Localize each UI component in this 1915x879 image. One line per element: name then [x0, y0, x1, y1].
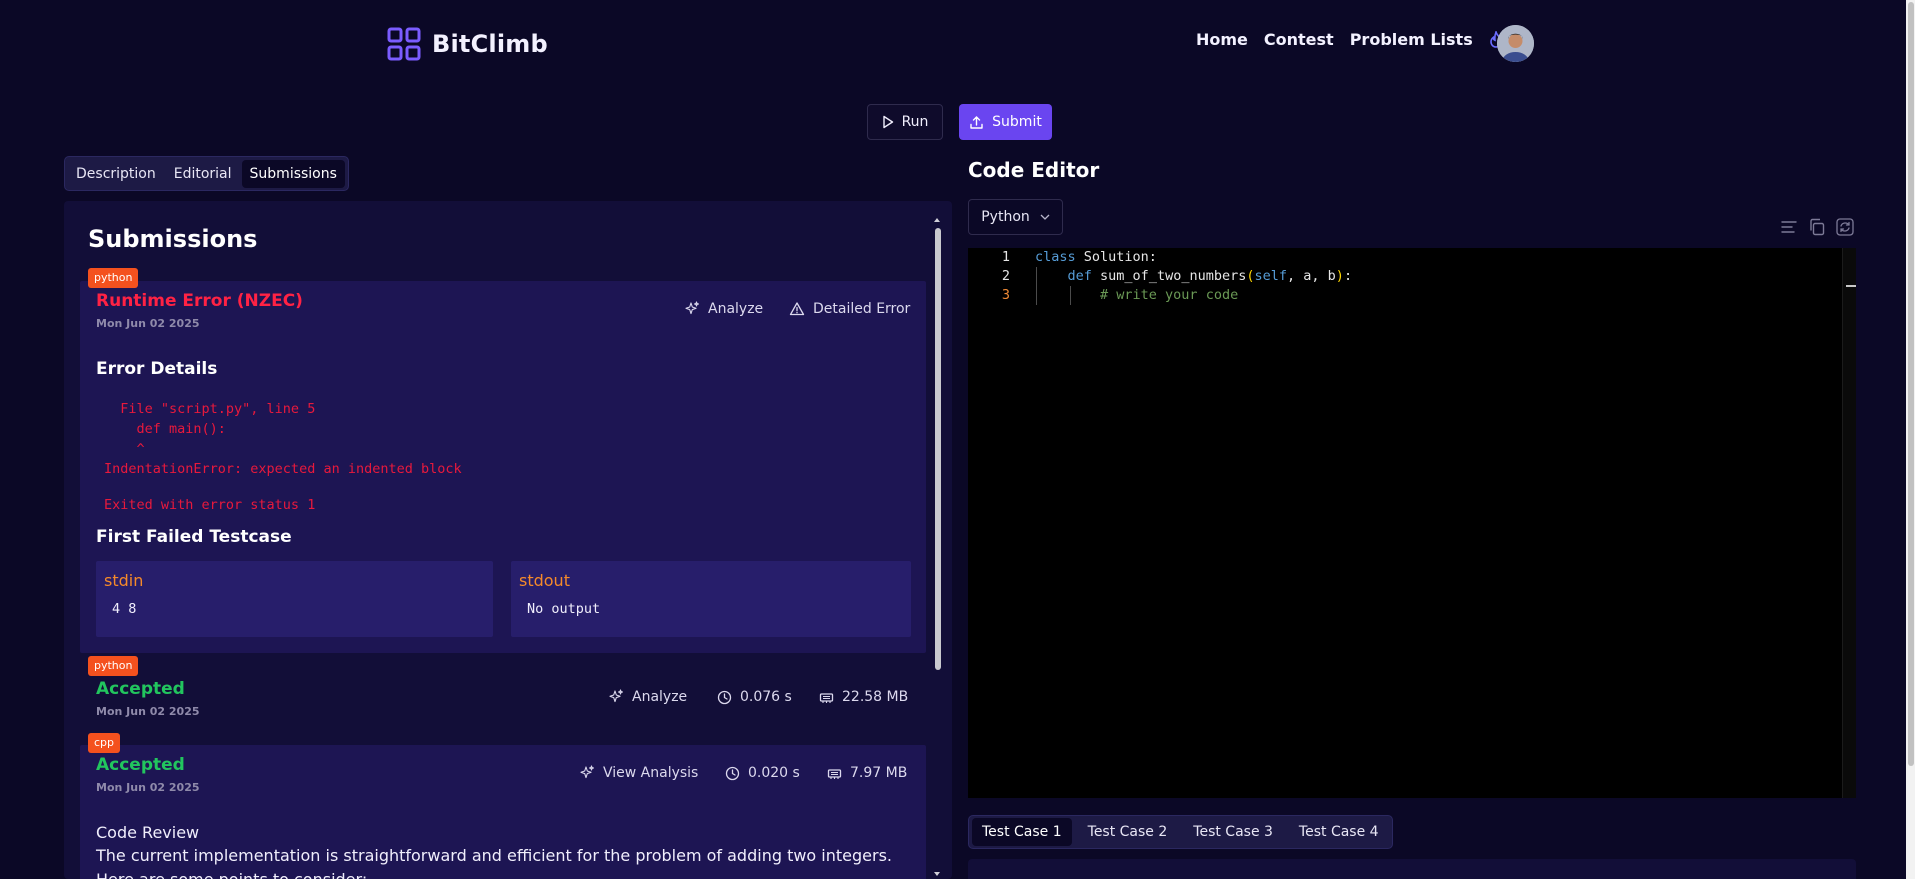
problem-tabs: Description Editorial Submissions — [64, 156, 349, 191]
error-trace: File "script.py", line 5 def main(): ^ I… — [104, 401, 462, 477]
exit-message: Exited with error status 1 — [104, 497, 316, 513]
runtime-stat: 0.020 s — [725, 765, 800, 781]
code-line: def sum_of_two_numbers(self, a, b): — [1067, 268, 1353, 284]
stdin-box: stdin 4 8 — [96, 561, 493, 637]
copy-icon[interactable] — [1807, 217, 1827, 237]
stdout-value: No output — [527, 601, 601, 617]
clock-icon — [717, 690, 732, 704]
submission-status: Accepted — [96, 755, 185, 775]
editor-cursor-marker — [1846, 285, 1856, 287]
upload-icon — [970, 115, 983, 129]
format-lines-icon[interactable] — [1779, 217, 1799, 237]
submission-status: Accepted — [96, 679, 185, 699]
stdout-box: stdout No output — [511, 561, 911, 637]
code-editor-title: Code Editor — [968, 158, 1100, 182]
sparkle-icon — [685, 301, 700, 315]
stdout-label: stdout — [519, 571, 570, 590]
reset-icon[interactable] — [1835, 217, 1855, 237]
error-details-title: Error Details — [96, 359, 218, 379]
view-analysis-button[interactable]: View Analysis — [579, 765, 698, 781]
submit-label: Submit — [992, 114, 1042, 130]
memory-value: 22.58 MB — [842, 689, 909, 705]
user-avatar[interactable] — [1497, 25, 1534, 62]
sparkle-icon — [580, 765, 595, 779]
avatar-image — [1497, 25, 1534, 62]
analyze-button[interactable]: Analyze — [608, 689, 687, 705]
submit-button[interactable]: Submit — [959, 104, 1052, 140]
main-nav: Home Contest Problem Lists 0 — [1196, 30, 1517, 49]
code-review-text: The current implementation is straightfo… — [96, 846, 893, 879]
memory-value: 7.97 MB — [850, 765, 908, 781]
brand[interactable]: BitClimb — [386, 26, 548, 62]
warning-icon — [789, 302, 805, 316]
detailed-error-label: Detailed Error — [813, 301, 911, 317]
analyze-label: Analyze — [632, 689, 688, 705]
test-case-panel — [968, 859, 1856, 879]
tab-test-case-1[interactable]: Test Case 1 — [972, 818, 1072, 846]
page-scroll-thumb[interactable] — [1908, 2, 1914, 766]
language-badge: python — [88, 656, 139, 676]
analyze-button[interactable]: Analyze — [684, 301, 763, 317]
run-label: Run — [901, 114, 929, 130]
submission-status: Runtime Error (NZEC) — [96, 291, 303, 311]
failed-testcase-title: First Failed Testcase — [96, 527, 292, 547]
tab-editorial[interactable]: Editorial — [166, 160, 240, 188]
grid-logo-icon — [387, 27, 421, 61]
editor-toolbar — [1779, 217, 1855, 237]
submission-date: Mon Jun 02 2025 — [96, 317, 200, 330]
line-number: 2 — [1001, 268, 1010, 284]
panel-title: Submissions — [88, 225, 258, 253]
nav-home[interactable]: Home — [1196, 30, 1248, 49]
code-review-title: Code Review — [96, 823, 200, 842]
stdin-label: stdin — [104, 571, 144, 590]
language-select-value: Python — [981, 209, 1030, 225]
code-line: # write your code — [1100, 287, 1239, 303]
memory-stat: 7.97 MB — [827, 765, 907, 781]
language-badge: cpp — [88, 733, 121, 753]
scroll-up-arrow-icon — [934, 218, 940, 222]
nav-problem-lists[interactable]: Problem Lists — [1350, 30, 1473, 49]
language-badge: python — [88, 268, 139, 288]
memory-stat: 22.58 MB — [819, 689, 908, 705]
top-header: BitClimb Home Contest Problem Lists 0 — [0, 0, 1915, 88]
submission-date: Mon Jun 02 2025 — [96, 781, 200, 794]
submission-date: Mon Jun 02 2025 — [96, 705, 200, 718]
editor-scrollbar[interactable] — [1842, 248, 1856, 798]
scroll-down-arrow-icon — [934, 872, 940, 876]
code-editor[interactable] — [968, 248, 1856, 798]
clock-icon — [725, 766, 740, 780]
runtime-stat: 0.076 s — [717, 689, 792, 705]
analyze-label: Analyze — [708, 301, 764, 317]
runtime-value: 0.076 s — [740, 689, 792, 705]
language-select[interactable]: Python — [968, 199, 1063, 235]
line-number: 3 — [1001, 287, 1010, 303]
code-line: class Solution: — [1035, 249, 1157, 265]
tab-test-case-2[interactable]: Test Case 2 — [1078, 818, 1178, 846]
memory-chip-icon — [819, 692, 834, 703]
run-button[interactable]: Run — [867, 104, 943, 140]
tab-test-case-3[interactable]: Test Case 3 — [1183, 818, 1283, 846]
test-case-tabs: Test Case 1 Test Case 2 Test Case 3 Test… — [968, 815, 1393, 849]
play-icon — [882, 115, 893, 129]
chevron-down-icon — [1040, 214, 1050, 220]
tab-submissions[interactable]: Submissions — [241, 159, 345, 188]
submissions-panel: Submissions python Runtime Error (NZEC) … — [64, 201, 952, 879]
nav-contest[interactable]: Contest — [1264, 30, 1334, 49]
panel-scroll-thumb[interactable] — [935, 228, 941, 670]
detailed-error-button[interactable]: Detailed Error — [789, 301, 910, 317]
tab-description[interactable]: Description — [68, 160, 164, 188]
stdin-value: 4 8 — [112, 601, 137, 617]
sparkle-icon — [609, 689, 624, 703]
line-number: 1 — [1001, 249, 1010, 265]
tab-test-case-4[interactable]: Test Case 4 — [1289, 818, 1389, 846]
memory-chip-icon — [827, 768, 842, 779]
view-analysis-label: View Analysis — [603, 765, 699, 781]
runtime-value: 0.020 s — [748, 765, 800, 781]
brand-name: BitClimb — [432, 30, 548, 58]
